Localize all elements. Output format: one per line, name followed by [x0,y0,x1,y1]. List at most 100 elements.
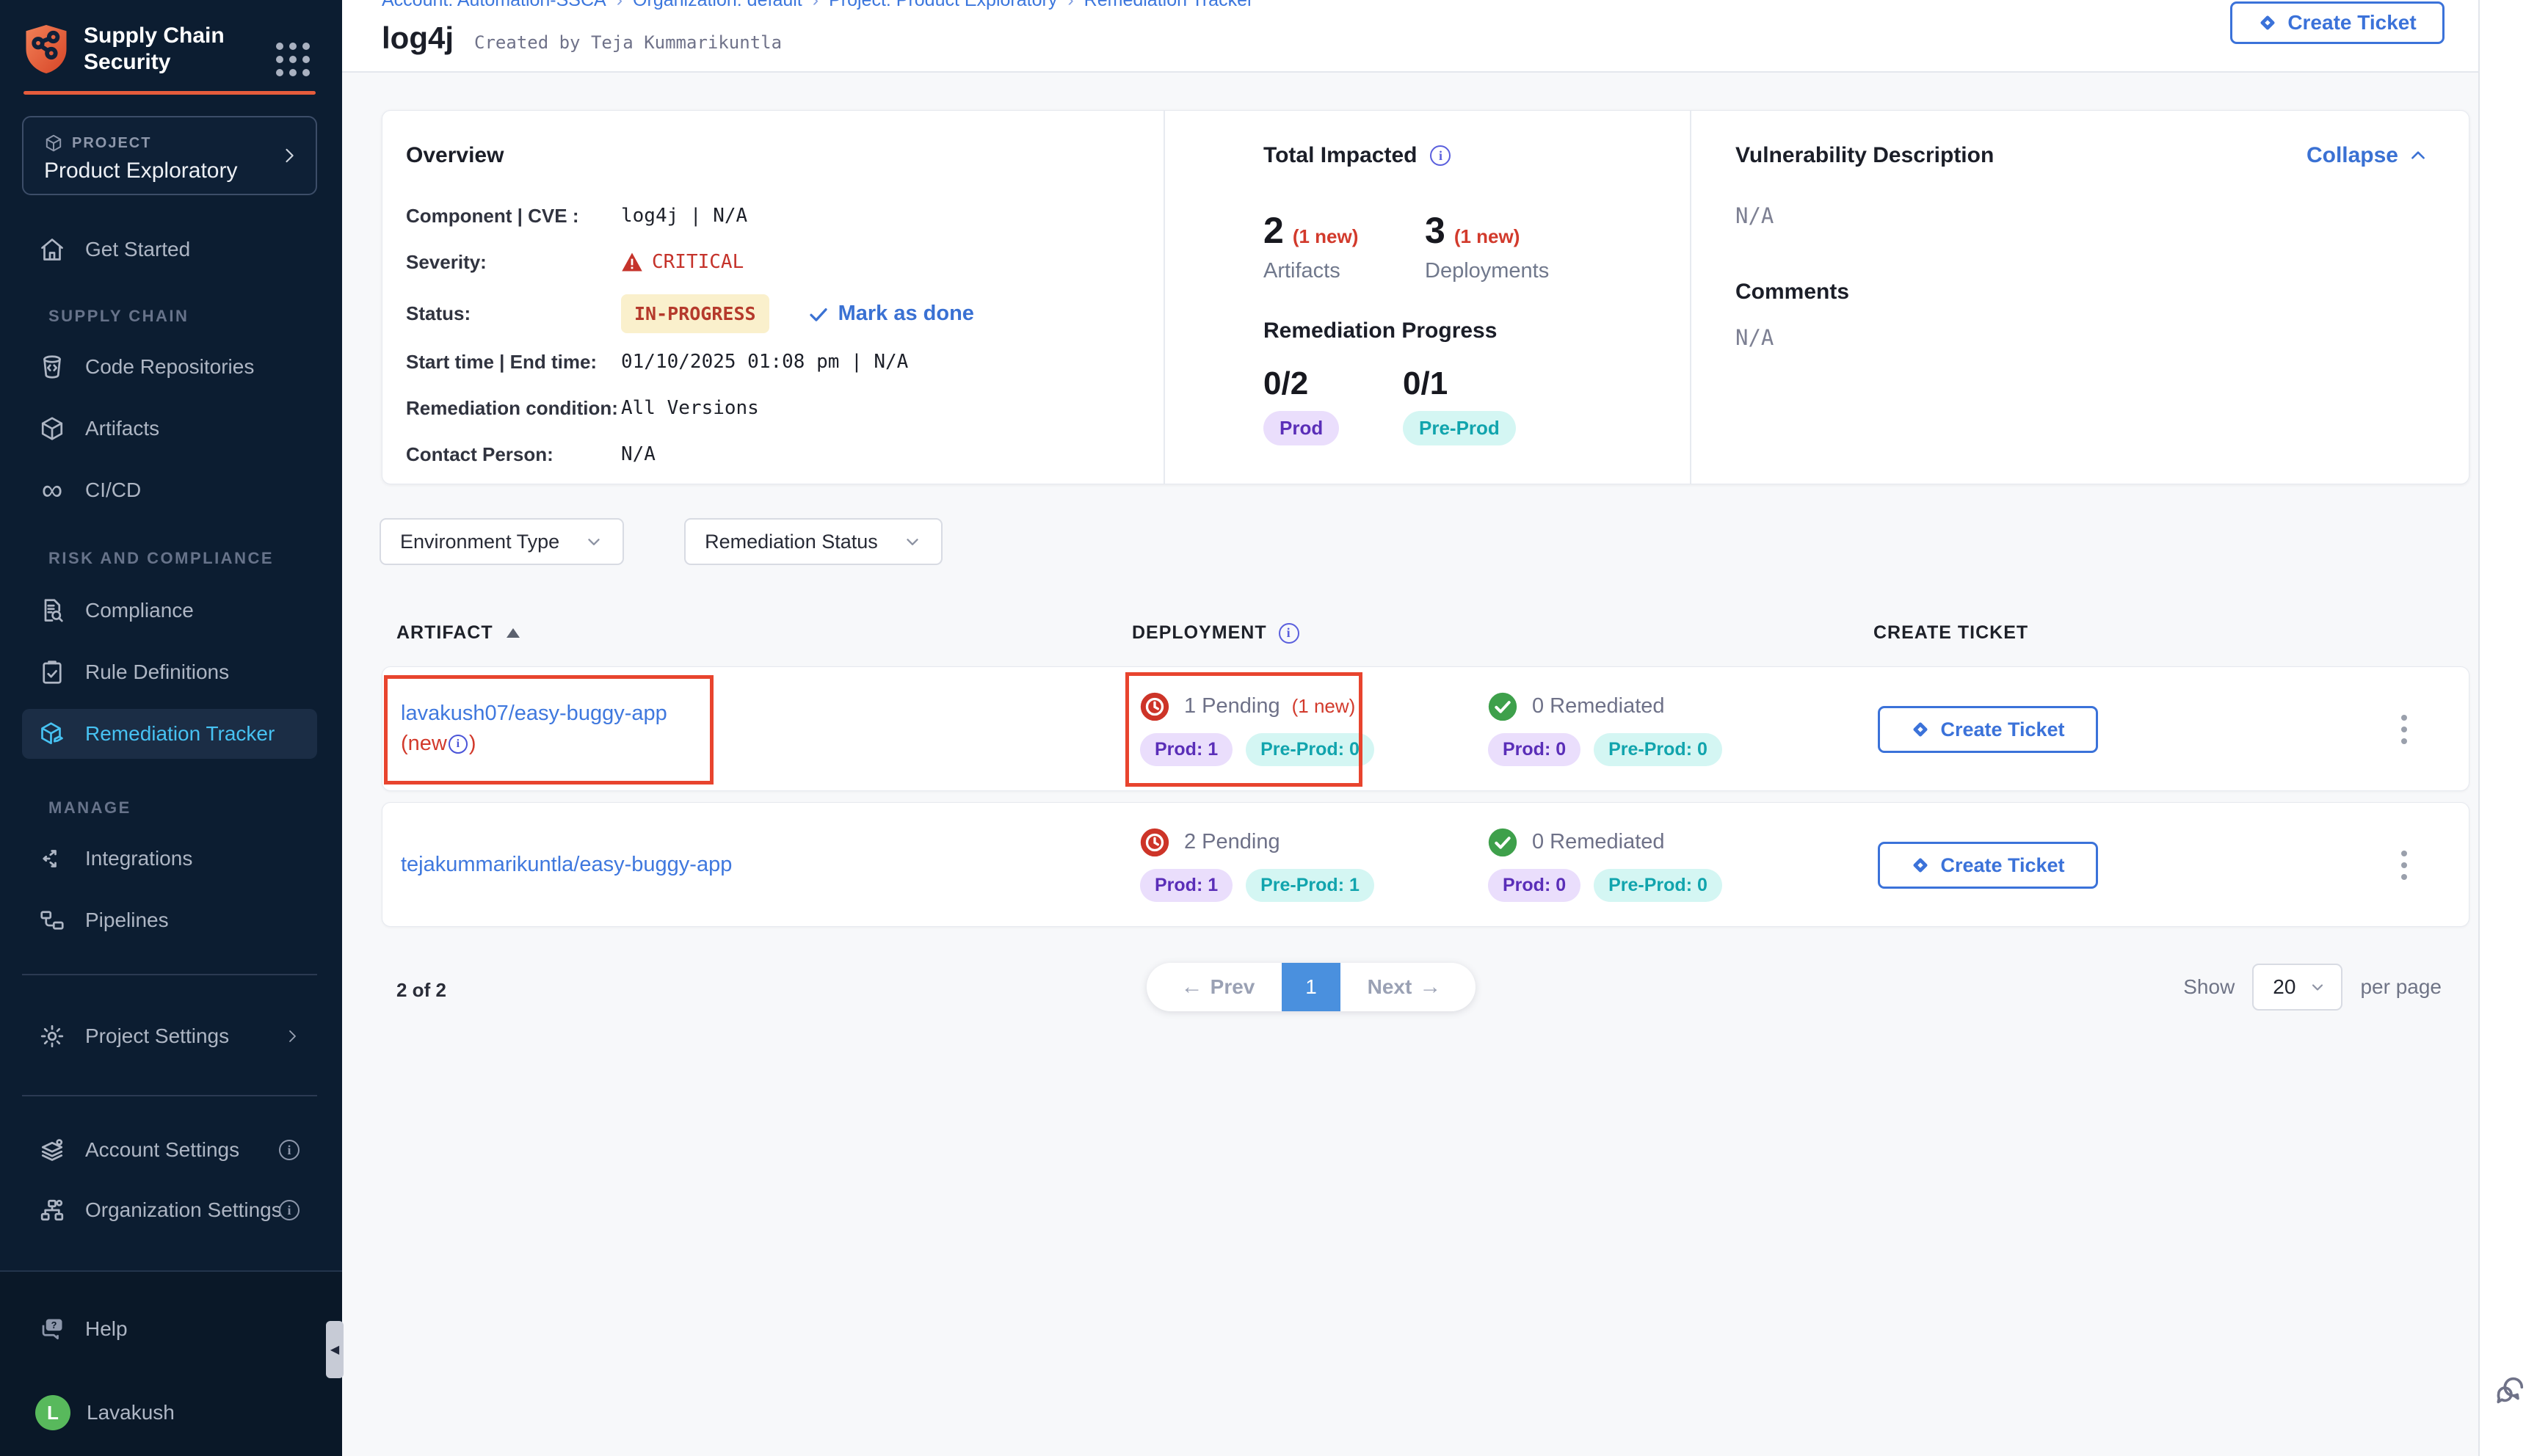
cube-icon [44,134,63,153]
gear-icon [38,1022,66,1050]
sidebar-item-cicd[interactable]: ∞ CI/CD [22,465,317,515]
pagination: ←Prev 1 Next→ [1147,963,1476,1011]
remediation-status-filter[interactable]: Remediation Status [684,518,943,565]
pending-clock-icon [1140,828,1169,857]
comments-heading: Comments [1735,280,2428,305]
remediation-tracker-page: Supply Chain Security PROJECT Product Ex… [0,0,2537,1456]
info-icon[interactable] [1430,145,1451,166]
artifact-link[interactable]: lavakush07/easy-buggy-app [401,702,1106,726]
contact-label: Contact Person: [406,443,621,466]
module-grid-icon[interactable] [276,43,310,76]
sidebar-item-get-started[interactable]: Get Started [22,225,317,274]
remediated-check-icon [1488,828,1517,857]
breadcrumb-organization[interactable]: Organization: default [633,0,802,10]
arrow-left-icon: ← [1181,975,1203,1000]
check-icon [807,303,830,325]
sidebar-item-pipelines[interactable]: Pipelines [22,895,317,945]
sidebar-item-code-repositories[interactable]: Code Repositories [22,342,317,392]
section-header-manage: MANAGE [48,798,131,818]
preprod-badge: Pre-Prod: 1 [1246,869,1374,902]
info-icon[interactable] [279,1140,300,1160]
org-hierarchy-icon [38,1196,66,1224]
sidebar-item-compliance[interactable]: Compliance [22,586,317,636]
page-1-button[interactable]: 1 [1282,963,1340,1011]
pending-new-flag: (1 new) [1292,695,1356,718]
breadcrumb-project[interactable]: Project: Product Exploratory [829,0,1057,10]
user-name: Lavakush [87,1401,175,1424]
prod-badge: Prod: 1 [1140,733,1233,766]
sidebar-item-account-settings[interactable]: Account Settings [22,1125,317,1175]
remediated-count: 0 Remediated [1532,694,1665,718]
page-size-select[interactable]: 20 [2252,964,2342,1011]
warning-triangle-icon [621,252,643,272]
app-logo[interactable]: Supply Chain Security [22,22,225,76]
comments-value: N/A [1735,325,2428,350]
row-menu-kebab-icon[interactable] [2384,709,2425,750]
condition-value: All Versions [621,397,759,419]
info-icon[interactable] [279,1200,300,1220]
sidebar-item-integrations[interactable]: Integrations [22,834,317,884]
info-icon[interactable] [449,735,468,754]
project-selector[interactable]: PROJECT Product Exploratory [22,116,317,195]
sidebar-item-rule-definitions[interactable]: Rule Definitions [22,647,317,697]
sidebar-item-help[interactable]: ? Help [22,1304,317,1354]
collapse-link[interactable]: Collapse [2306,143,2428,168]
next-page-button[interactable]: Next→ [1340,963,1476,1011]
time-value: 01/10/2025 01:08 pm | N/A [621,351,908,373]
filters-row: Environment Type Remediation Status [380,518,943,565]
breadcrumb-account[interactable]: Account: Automation-SSCA [382,0,606,10]
time-label: Start time | End time: [406,351,621,374]
sidebar-collapse-handle[interactable]: ◀ [326,1321,344,1378]
column-create-ticket: CREATE TICKET [1873,622,2028,644]
table-header: ARTIFACT DEPLOYMENT CREATE TICKET [382,618,2469,647]
pagination-count: 2 of 2 [396,979,446,1002]
divider [22,1095,317,1096]
breadcrumb-remediation-tracker[interactable]: Remediation Tracker [1084,0,1254,10]
vulnerability-description-value: N/A [1735,203,2428,228]
help-chat-icon: ? [38,1315,66,1343]
section-header-risk: RISK AND COMPLIANCE [48,549,274,568]
page-header: Account: Automation-SSCA›Organization: d… [342,0,2478,73]
preprod-badge: Pre-Prod: 0 [1594,869,1722,902]
contact-value: N/A [621,443,656,465]
preprod-badge: Pre-Prod [1403,411,1516,445]
chevron-down-icon [2309,978,2326,996]
ticket-diamond-icon [2258,13,2277,32]
row-menu-kebab-icon[interactable] [2384,845,2425,886]
create-ticket-button[interactable]: Create Ticket [2230,1,2445,44]
chevron-down-icon [903,532,922,551]
environment-type-filter[interactable]: Environment Type [380,518,624,565]
chevron-up-icon [2409,146,2428,165]
artifact-link[interactable]: tejakummarikuntla/easy-buggy-app [401,853,1106,877]
pending-clock-icon [1140,692,1169,721]
create-ticket-button[interactable]: Create Ticket [1878,842,2098,889]
sidebar-item-project-settings[interactable]: Project Settings [22,1011,317,1061]
column-deployment: DEPLOYMENT [1132,622,1299,644]
table-row: tejakummarikuntla/easy-buggy-app 2 Pendi… [382,802,2469,927]
user-menu[interactable]: L Lavakush [22,1388,317,1438]
artifact-new-flag: (new ) [401,732,1106,756]
column-artifact[interactable]: ARTIFACT [396,622,520,644]
info-icon[interactable] [1279,623,1299,644]
prev-page-button[interactable]: ←Prev [1147,963,1282,1011]
deployments-stat: 3(1 new) Deployments [1425,209,1586,283]
total-impacted-heading: Total Impacted [1263,143,1417,168]
shield-logo-icon [22,22,70,76]
sidebar-item-artifacts[interactable]: Artifacts [22,404,317,454]
integrations-icon [38,845,66,873]
create-ticket-button[interactable]: Create Ticket [1878,706,2098,753]
component-cve-value: log4j | N/A [621,205,747,227]
total-impacted-column: Total Impacted 2(1 new) Artifacts 3(1 ne… [1165,111,1691,484]
sort-ascending-icon [507,628,520,638]
remediated-cell: 0 Remediated Prod: 0 Pre-Prod: 0 [1488,667,1870,790]
mark-as-done-link[interactable]: Mark as done [807,302,974,326]
app-title: Supply Chain Security [84,23,225,76]
sidebar-item-remediation-tracker[interactable]: Remediation Tracker [22,709,317,759]
remediation-progress-heading: Remediation Progress [1263,318,1675,343]
divider [22,974,317,975]
page-size-control: Show 20 per page [2183,963,2442,1011]
sidebar-item-organization-settings[interactable]: Organization Settings [22,1185,317,1235]
deployment-cell: 2 Pending Prod: 1 Pre-Prod: 1 [1140,803,1456,926]
support-chat-icon[interactable] [2493,1374,2527,1408]
show-label: Show [2183,975,2235,999]
